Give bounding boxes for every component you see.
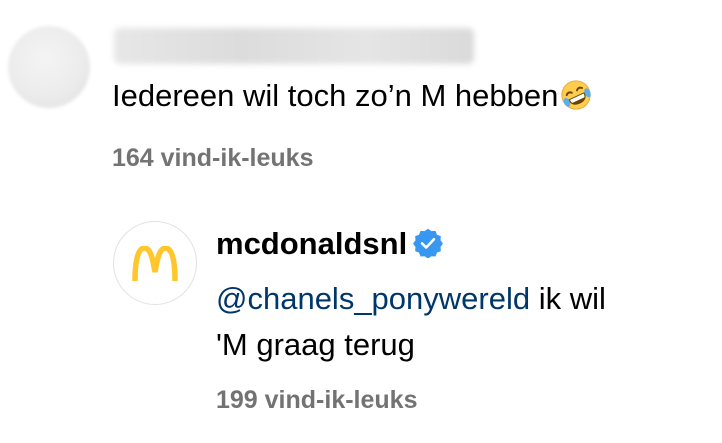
avatar-blurred[interactable] xyxy=(8,26,90,108)
laughing-emoji-icon xyxy=(561,80,592,110)
mcdonalds-avatar[interactable] xyxy=(113,221,197,305)
reply-text-part1: ik wil xyxy=(530,281,606,316)
comment-text: Iedereen wil toch zo’n M hebben xyxy=(112,76,593,116)
reply-username-row: mcdonaldsnl xyxy=(216,224,444,264)
reply-likes[interactable]: 199 vind-ik-leuks xyxy=(216,386,417,415)
username-blurred[interactable] xyxy=(114,28,474,64)
reply-text-part2: 'M graag terug xyxy=(216,327,415,362)
reply-text: @chanels_ponywereld ik wil 'M graag terug xyxy=(216,276,706,368)
reply-mention-link[interactable]: @chanels_ponywereld xyxy=(216,281,530,316)
mcdonalds-logo-icon xyxy=(132,246,178,282)
verified-badge-icon xyxy=(413,228,444,258)
comment-text-content: Iedereen wil toch zo’n M hebben xyxy=(112,78,559,113)
reply-username[interactable]: mcdonaldsnl xyxy=(216,226,407,261)
comment-likes[interactable]: 164 vind-ik-leuks xyxy=(112,144,313,173)
